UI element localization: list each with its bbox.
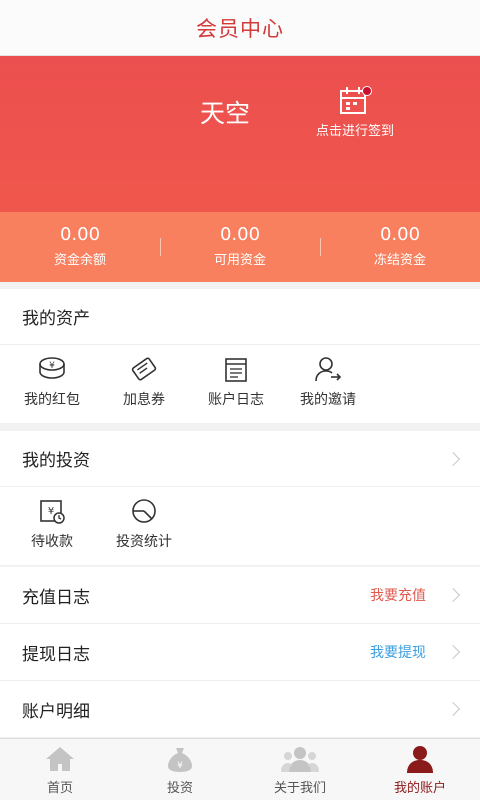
tab-label: 我的账户 bbox=[393, 781, 446, 796]
investment-stats-button[interactable]: 投资统计 bbox=[98, 487, 190, 565]
svg-text:¥: ¥ bbox=[49, 361, 55, 371]
item-label: 账户日志 bbox=[208, 392, 264, 408]
assets-section: 我的资产 ¥ 我的红包 加息券 账户日志 我的邀请 bbox=[0, 289, 480, 423]
withdraw-link[interactable]: 我要提现 bbox=[370, 642, 426, 662]
chevron-right-icon bbox=[445, 644, 461, 660]
assets-header: 我的资产 bbox=[0, 289, 480, 345]
section-title: 我的投资 bbox=[22, 451, 90, 471]
stat-balance: 0.00 资金余额 bbox=[0, 212, 160, 282]
svg-text:¥: ¥ bbox=[177, 761, 183, 771]
notification-dot bbox=[362, 86, 372, 96]
coupon-icon bbox=[131, 357, 157, 381]
top-bar: 会员中心 bbox=[0, 0, 480, 56]
recharge-log-row[interactable]: 充值日志 我要充值 bbox=[0, 567, 480, 624]
log-icon bbox=[225, 358, 247, 382]
stat-label: 冻结资金 bbox=[373, 253, 426, 268]
withdraw-log-row[interactable]: 提现日志 我要提现 bbox=[0, 624, 480, 681]
stat-value: 0.00 bbox=[379, 224, 421, 245]
stat-frozen: 0.00 冻结资金 bbox=[320, 212, 480, 282]
receivable-icon: ¥ bbox=[40, 500, 65, 524]
user-icon bbox=[407, 746, 433, 773]
item-label: 待收款 bbox=[31, 534, 73, 550]
row-label: 充值日志 bbox=[22, 587, 90, 608]
stat-label: 可用资金 bbox=[213, 253, 266, 268]
item-label: 加息券 bbox=[123, 392, 165, 408]
tab-my-account[interactable]: 我的账户 bbox=[360, 739, 480, 800]
item-label: 投资统计 bbox=[116, 534, 172, 550]
invite-button[interactable]: 我的邀请 bbox=[282, 345, 374, 423]
red-packet-button[interactable]: ¥ 我的红包 bbox=[6, 345, 98, 423]
tab-label: 投资 bbox=[166, 781, 193, 796]
coupon-button[interactable]: 加息券 bbox=[98, 345, 190, 423]
bottom-tab-bar: 首页 ¥ 投资 关于我们 我的账户 bbox=[0, 738, 480, 800]
stat-value: 0.00 bbox=[219, 224, 261, 245]
chevron-right-icon bbox=[445, 451, 461, 466]
home-icon bbox=[46, 747, 74, 771]
people-icon bbox=[281, 747, 319, 772]
item-label: 我的邀请 bbox=[300, 392, 356, 408]
page-title: 会员中心 bbox=[196, 16, 284, 41]
tab-label: 首页 bbox=[46, 781, 73, 796]
stat-value: 0.00 bbox=[59, 224, 101, 245]
chevron-right-icon bbox=[445, 701, 461, 717]
tab-invest[interactable]: ¥ 投资 bbox=[120, 739, 240, 800]
investments-header[interactable]: 我的投资 bbox=[0, 431, 480, 487]
tab-label: 关于我们 bbox=[273, 781, 326, 796]
tab-about[interactable]: 关于我们 bbox=[240, 739, 360, 800]
investments-grid: ¥ 待收款 投资统计 bbox=[0, 487, 480, 565]
signin-button[interactable]: 点击进行签到 bbox=[300, 86, 410, 139]
assets-grid: ¥ 我的红包 加息券 账户日志 我的邀请 bbox=[0, 345, 480, 423]
profile-banner: 天空 点击进行签到 bbox=[0, 56, 480, 212]
row-label: 提现日志 bbox=[22, 644, 90, 665]
svg-text:¥: ¥ bbox=[48, 506, 54, 517]
item-label: 我的红包 bbox=[24, 392, 80, 408]
account-log-button[interactable]: 账户日志 bbox=[190, 345, 282, 423]
stat-label: 资金余额 bbox=[53, 253, 106, 268]
red-packet-icon: ¥ bbox=[39, 357, 65, 379]
money-bag-icon: ¥ bbox=[168, 748, 192, 772]
account-detail-row[interactable]: 账户明细 bbox=[0, 681, 480, 738]
tab-home[interactable]: 首页 bbox=[0, 739, 120, 800]
receivable-button[interactable]: ¥ 待收款 bbox=[6, 487, 98, 565]
calendar-icon bbox=[338, 86, 372, 116]
log-list: 充值日志 我要充值 提现日志 我要提现 账户明细 bbox=[0, 567, 480, 738]
stats-icon bbox=[132, 499, 156, 523]
section-title: 我的资产 bbox=[22, 309, 90, 329]
signin-label: 点击进行签到 bbox=[315, 124, 394, 139]
balance-stats: 0.00 资金余额 0.00 可用资金 0.00 冻结资金 bbox=[0, 212, 480, 282]
recharge-link[interactable]: 我要充值 bbox=[370, 585, 426, 605]
row-label: 账户明细 bbox=[22, 701, 90, 722]
chevron-right-icon bbox=[445, 587, 461, 603]
investments-section: 我的投资 ¥ 待收款 投资统计 bbox=[0, 431, 480, 565]
stat-available: 0.00 可用资金 bbox=[160, 212, 320, 282]
invite-icon bbox=[315, 357, 342, 382]
